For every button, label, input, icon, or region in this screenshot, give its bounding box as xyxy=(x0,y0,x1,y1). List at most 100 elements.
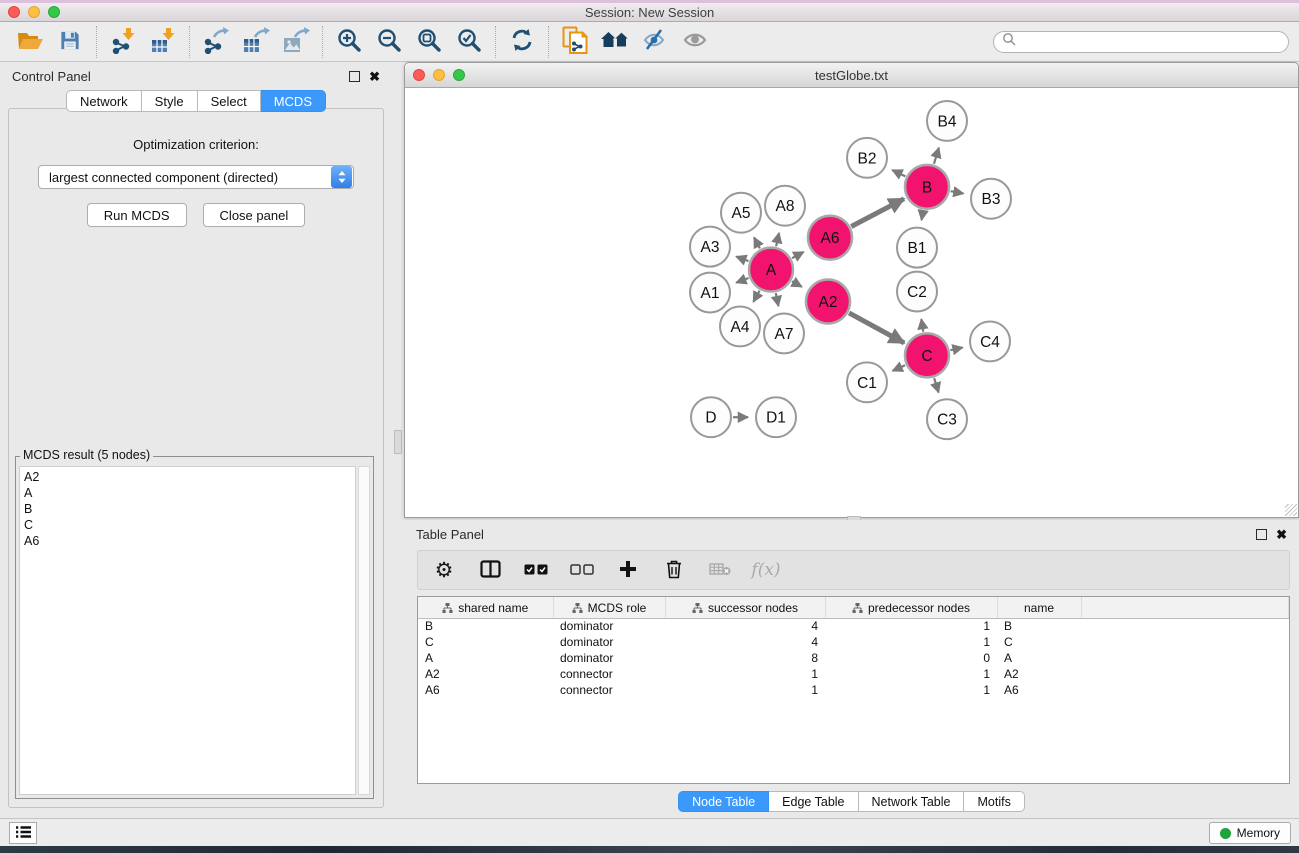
delete-column-button[interactable] xyxy=(656,554,692,586)
mcds-result-item[interactable]: A2 xyxy=(24,469,351,485)
node-C1[interactable]: C1 xyxy=(847,362,887,402)
cell[interactable]: A2 xyxy=(418,666,553,682)
edge-C-C4[interactable] xyxy=(950,347,962,350)
close-table-panel-icon[interactable]: ✖ xyxy=(1276,529,1287,540)
hide-graphics-details-button[interactable] xyxy=(635,25,675,59)
close-window-button[interactable] xyxy=(8,6,20,18)
edge-A-A5[interactable] xyxy=(754,237,760,248)
edge-A6-B[interactable] xyxy=(851,199,904,227)
node-A5[interactable]: A5 xyxy=(721,193,761,233)
mcds-result-item[interactable]: B xyxy=(24,501,351,517)
clone-network-button[interactable] xyxy=(555,25,595,59)
cell[interactable]: A2 xyxy=(997,666,1081,682)
tab-select[interactable]: Select xyxy=(198,90,261,112)
window-controls[interactable] xyxy=(8,6,60,18)
node-A1[interactable]: A1 xyxy=(690,273,730,313)
export-network-button[interactable] xyxy=(196,25,236,59)
zoom-selected-button[interactable] xyxy=(449,25,489,59)
cell[interactable]: A xyxy=(997,650,1081,666)
cell[interactable]: B xyxy=(418,618,553,634)
edge-A-A7[interactable] xyxy=(776,293,779,306)
node-A3[interactable]: A3 xyxy=(690,227,730,267)
cell[interactable]: 1 xyxy=(665,682,825,698)
cell[interactable]: dominator xyxy=(553,634,665,650)
open-session-button[interactable] xyxy=(10,25,50,59)
export-image-button[interactable] xyxy=(276,25,316,59)
zoom-network-window-button[interactable] xyxy=(453,69,465,81)
node-A4[interactable]: A4 xyxy=(720,306,760,346)
cell[interactable]: dominator xyxy=(553,618,665,634)
close-panel-button[interactable]: Close panel xyxy=(203,203,306,227)
tab-style[interactable]: Style xyxy=(142,90,198,112)
split-gutter-vertical[interactable] xyxy=(392,62,404,818)
window-resize-grip[interactable] xyxy=(1285,504,1297,516)
tab-network[interactable]: Network xyxy=(66,90,142,112)
edge-A-A4[interactable] xyxy=(753,291,759,302)
search-input[interactable] xyxy=(1016,35,1280,49)
edge-A-A8[interactable] xyxy=(776,233,779,246)
show-graphics-details-button[interactable] xyxy=(675,25,715,59)
column-header-predecessor-nodes[interactable]: predecessor nodes xyxy=(825,597,997,618)
node-A[interactable]: A xyxy=(749,248,793,292)
column-header-mcds-role[interactable]: MCDS role xyxy=(553,597,665,618)
cell[interactable]: B xyxy=(997,618,1081,634)
cell[interactable]: dominator xyxy=(553,650,665,666)
column-visibility-button[interactable] xyxy=(472,554,508,586)
node-A6[interactable]: A6 xyxy=(808,216,852,260)
add-column-button[interactable] xyxy=(610,554,646,586)
zoom-window-button[interactable] xyxy=(48,6,60,18)
global-search-box[interactable] xyxy=(993,31,1289,53)
mcds-result-list[interactable]: A2ABCA6 xyxy=(19,466,356,795)
table-settings-button[interactable]: ⚙ xyxy=(426,554,462,586)
mcds-result-scrollbar[interactable] xyxy=(358,466,370,795)
import-table-button[interactable] xyxy=(143,25,183,59)
tab-edge-table[interactable]: Edge Table xyxy=(769,791,858,812)
criterion-dropdown[interactable]: largest connected component (directed) xyxy=(38,165,354,189)
tab-node-table[interactable]: Node Table xyxy=(678,791,769,812)
edge-A-A6[interactable] xyxy=(792,252,804,258)
cell[interactable]: C xyxy=(997,634,1081,650)
mcds-result-item[interactable]: A6 xyxy=(24,533,351,549)
node-C2[interactable]: C2 xyxy=(897,272,937,312)
node-table[interactable]: shared nameMCDS rolesuccessor nodesprede… xyxy=(417,596,1290,784)
task-history-button[interactable] xyxy=(9,822,37,844)
cell[interactable]: A6 xyxy=(418,682,553,698)
cell[interactable]: 1 xyxy=(825,618,997,634)
node-A2[interactable]: A2 xyxy=(806,280,850,324)
network-graph[interactable]: B4B2BB3A8A5A6A3B1AA1C2A2A4A7C4CC1C3DD1 xyxy=(406,89,1297,516)
float-table-panel-icon[interactable] xyxy=(1256,529,1267,540)
edge-B-B3[interactable] xyxy=(951,191,964,193)
node-D1[interactable]: D1 xyxy=(756,397,796,437)
column-header-shared-name[interactable]: shared name xyxy=(418,597,553,618)
cell[interactable]: 1 xyxy=(825,634,997,650)
edge-A2-C[interactable] xyxy=(849,313,904,343)
node-D[interactable]: D xyxy=(691,397,731,437)
tab-motifs[interactable]: Motifs xyxy=(964,791,1024,812)
column-header-name[interactable]: name xyxy=(997,597,1081,618)
network-canvas[interactable]: B4B2BB3A8A5A6A3B1AA1C2A2A4A7C4CC1C3DD1 xyxy=(406,89,1297,516)
zoom-out-button[interactable] xyxy=(369,25,409,59)
run-mcds-button[interactable]: Run MCDS xyxy=(87,203,187,227)
zoom-in-button[interactable] xyxy=(329,25,369,59)
cell[interactable]: 1 xyxy=(825,666,997,682)
node-B1[interactable]: B1 xyxy=(897,228,937,268)
cell[interactable]: 4 xyxy=(665,634,825,650)
node-A7[interactable]: A7 xyxy=(764,313,804,353)
zoom-fit-button[interactable] xyxy=(409,25,449,59)
apply-function-button[interactable]: f(x) xyxy=(748,554,784,586)
node-C4[interactable]: C4 xyxy=(970,321,1010,361)
close-network-window-button[interactable] xyxy=(413,69,425,81)
edge-B-B4[interactable] xyxy=(934,148,939,164)
table-row[interactable]: Cdominator41C xyxy=(418,634,1289,650)
mcds-result-item[interactable]: C xyxy=(24,517,351,533)
cell[interactable]: 4 xyxy=(665,618,825,634)
delete-table-button[interactable] xyxy=(702,554,738,586)
cell[interactable]: 0 xyxy=(825,650,997,666)
node-B3[interactable]: B3 xyxy=(971,179,1011,219)
export-table-button[interactable] xyxy=(236,25,276,59)
node-B2[interactable]: B2 xyxy=(847,138,887,178)
deselect-all-button[interactable] xyxy=(564,554,600,586)
table-row[interactable]: A6connector11A6 xyxy=(418,682,1289,698)
cell[interactable]: A6 xyxy=(997,682,1081,698)
table-header-row[interactable]: shared nameMCDS rolesuccessor nodesprede… xyxy=(418,597,1289,618)
